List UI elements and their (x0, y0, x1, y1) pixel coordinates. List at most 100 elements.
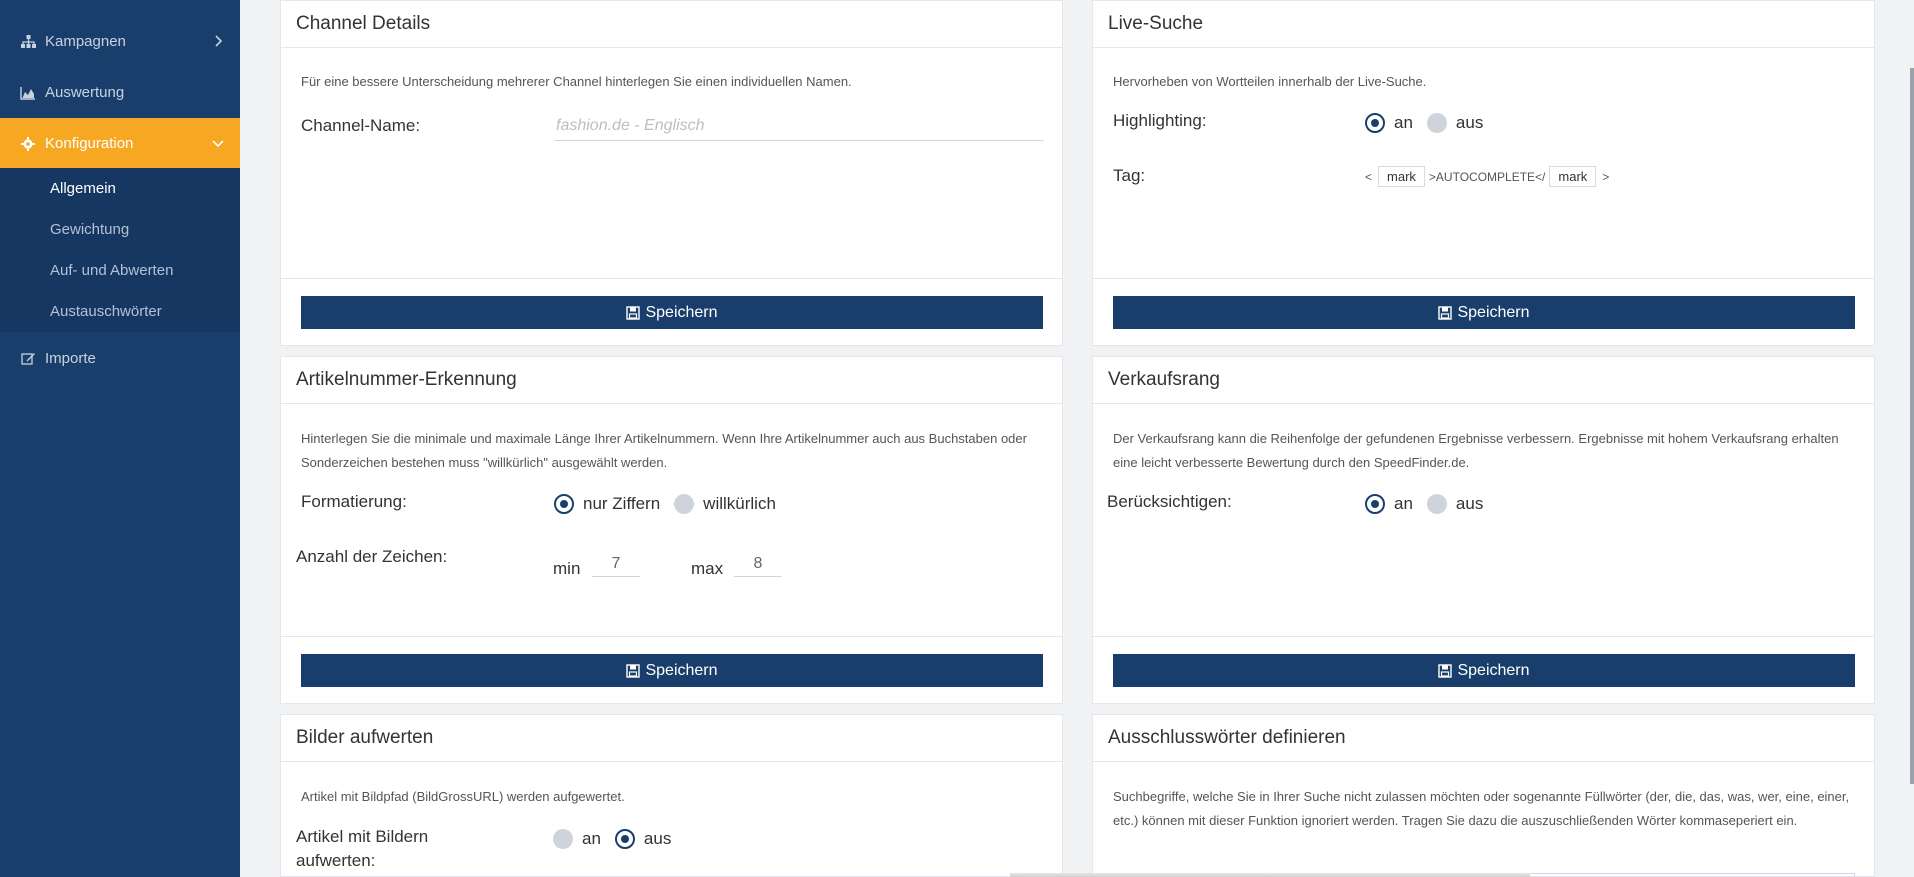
save-button[interactable]: Speichern (1113, 654, 1855, 687)
bilder-on-radio[interactable]: an (553, 829, 601, 849)
card-description: Der Verkaufsrang kann die Reihenfolge de… (1113, 431, 1839, 470)
save-label: Speichern (645, 661, 718, 679)
sitemap-icon (20, 34, 36, 50)
save-label: Speichern (645, 303, 718, 321)
radio-label: aus (1455, 494, 1484, 513)
floppy-disk-icon (1438, 305, 1453, 320)
nav-item-importe[interactable]: Importe (0, 333, 240, 384)
card-description: Für eine bessere Unterscheidung mehrerer… (301, 74, 852, 89)
formatierung-label: Formatierung: (301, 492, 407, 511)
card-description: Artikel mit Bildpfad (BildGrossURL) werd… (301, 789, 625, 804)
radio-unchecked[interactable] (1426, 494, 1447, 514)
radio-checked[interactable] (1365, 113, 1385, 133)
tag-lt: < (1365, 169, 1373, 184)
verkauf-off-radio[interactable]: aus (1426, 494, 1484, 514)
highlighting-radio-group: an aus (1365, 113, 1497, 133)
chevron-right-icon (210, 33, 226, 49)
tag-editor: < mark >AUTOCOMPLETE</ mark > (1365, 166, 1609, 187)
nav-item-kampagnen[interactable]: Kampagnen (0, 16, 240, 67)
divider (1093, 278, 1874, 279)
sub-item-auf-abwerten[interactable]: Auf- und Abwerten (50, 262, 173, 279)
sidebar: Kampagnen Auswertung Konfiguration Allge… (0, 0, 240, 877)
min-input[interactable]: 7 (592, 551, 640, 577)
radio-checked[interactable] (614, 829, 635, 849)
radio-label: an (582, 829, 601, 848)
scrollbar[interactable] (1910, 68, 1914, 784)
bilder-radio-group: an aus (553, 829, 685, 849)
save-label: Speichern (1457, 303, 1530, 321)
radio-checked[interactable] (1365, 494, 1385, 514)
radio-label: an (1394, 494, 1413, 513)
chevron-down-icon (210, 135, 226, 151)
divider (281, 278, 1062, 279)
area-chart-icon (20, 85, 36, 101)
card-live-suche: Live-Suche Hervorheben von Wortteilen in… (1092, 0, 1875, 346)
radio-unchecked[interactable] (674, 494, 695, 514)
card-verkaufsrang: Verkaufsrang Der Verkaufsrang kann die R… (1092, 356, 1875, 704)
divider (281, 636, 1062, 637)
highlighting-label: Highlighting: (1113, 111, 1207, 130)
verkauf-on-radio[interactable]: an (1365, 494, 1413, 514)
min-label: min (553, 559, 581, 578)
card-title: Channel Details (281, 1, 1062, 48)
sub-item-austauschwoerter[interactable]: Austauschwörter (50, 303, 162, 320)
max-label: max (691, 559, 724, 578)
max-input[interactable]: 8 (734, 551, 782, 577)
sub-item-gewichtung[interactable]: Gewichtung (50, 221, 129, 238)
channel-name-input[interactable]: fashion.de - Englisch (554, 111, 1044, 141)
floppy-disk-icon (626, 663, 641, 678)
card-description: Hinterlegen Sie die minimale und maximal… (301, 431, 1027, 470)
bilder-off-radio[interactable]: aus (614, 829, 672, 849)
beruecksichtigen-label: Berücksichtigen: (1107, 492, 1232, 511)
save-button[interactable]: Speichern (301, 654, 1043, 687)
nav-item-konfiguration[interactable]: Konfiguration (0, 118, 240, 169)
card-title: Bilder aufwerten (281, 715, 1062, 762)
tag-mid: >AUTOCOMPLETE</ (1428, 169, 1546, 184)
formatierung-radio-group: nur Ziffern willkürlich (554, 494, 790, 514)
tag-open-input[interactable]: mark (1378, 166, 1425, 187)
radio-label: aus (1455, 113, 1484, 132)
card-channel-details: Channel Details Für eine bessere Untersc… (280, 0, 1063, 346)
bilder-label: Artikel mit Bildern aufwerten: (296, 827, 429, 870)
nav-item-auswertung[interactable]: Auswertung (0, 67, 240, 118)
format-any-radio[interactable]: willkürlich (674, 494, 776, 514)
tag-close-input[interactable]: mark (1549, 166, 1597, 187)
sub-item-allgemein[interactable]: Allgemein (50, 180, 116, 197)
radio-unchecked[interactable] (1426, 113, 1447, 133)
edit-icon (20, 351, 36, 367)
radio-label: willkürlich (703, 494, 776, 513)
submenu-konfiguration: Allgemein Gewichtung Auf- und Abwerten A… (0, 168, 240, 332)
format-digits-radio[interactable]: nur Ziffern (554, 494, 660, 514)
floppy-disk-icon (1438, 663, 1453, 678)
floppy-disk-icon (626, 305, 641, 320)
main-content: Channel Details Für eine bessere Untersc… (240, 0, 1914, 877)
card-title: Artikelnummer-Erkennung (281, 357, 1062, 404)
card-bilder-aufwerten: Bilder aufwerten Artikel mit Bildpfad (B… (280, 714, 1063, 877)
card-description: Hervorheben von Wortteilen innerhalb der… (1113, 74, 1427, 89)
save-button[interactable]: Speichern (301, 296, 1043, 329)
highlighting-on-radio[interactable]: an (1365, 113, 1413, 133)
card-artikelnummer: Artikelnummer-Erkennung Hinterlegen Sie … (280, 356, 1063, 704)
nav-label: Importe (45, 350, 96, 367)
channel-name-label: Channel-Name: (301, 116, 421, 135)
highlighting-off-radio[interactable]: aus (1426, 113, 1484, 133)
tag-gt: > (1602, 169, 1610, 184)
card-title: Live-Suche (1093, 1, 1874, 48)
nav-label: Auswertung (45, 84, 125, 101)
nav-label: Konfiguration (45, 135, 134, 152)
save-label: Speichern (1457, 661, 1530, 679)
window-shadow (1010, 873, 1530, 877)
card-description: Suchbegriffe, welche Sie in Ihrer Suche … (1113, 789, 1850, 828)
radio-label: nur Ziffern (583, 494, 661, 513)
radio-unchecked[interactable] (553, 829, 573, 849)
card-title: Verkaufsrang (1093, 357, 1874, 404)
radio-label: aus (643, 829, 672, 848)
divider (1093, 636, 1874, 637)
save-button[interactable]: Speichern (1113, 296, 1855, 329)
radio-checked[interactable] (554, 494, 574, 514)
radio-label: an (1394, 113, 1413, 132)
tag-label: Tag: (1113, 166, 1146, 185)
gear-icon (20, 136, 36, 152)
anzahl-label: Anzahl der Zeichen: (296, 547, 448, 566)
nav-label: Kampagnen (45, 33, 126, 50)
